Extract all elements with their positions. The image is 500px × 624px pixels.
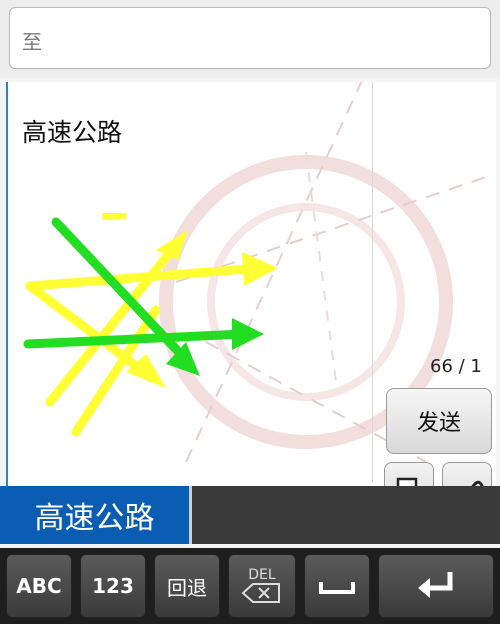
candidate-word[interactable]: 高速公路 — [0, 486, 192, 544]
abc-key[interactable]: ABC — [6, 554, 72, 618]
back-key[interactable]: 回退 — [154, 554, 220, 618]
delete-key-label: DEL — [248, 567, 276, 583]
message-text: 高速公路 — [22, 118, 123, 147]
recipient-placeholder: 至 — [22, 30, 42, 54]
character-counter: 66 / 1 — [430, 356, 482, 377]
send-button[interactable]: 发送 — [386, 388, 492, 454]
delete-key[interactable]: DEL — [228, 554, 296, 618]
recipient-field[interactable]: 至 — [9, 7, 491, 69]
compose-divider — [372, 82, 373, 482]
backspace-icon — [241, 583, 280, 603]
numeric-key[interactable]: 123 — [80, 554, 146, 618]
recipient-bar: 至 — [0, 0, 500, 78]
space-icon — [319, 582, 355, 594]
enter-icon — [418, 572, 453, 598]
screen: 至 高速公路 66 / 1 发送 高速公路 ABC 123 回退 DEL — [0, 0, 500, 624]
enter-key[interactable] — [378, 554, 494, 618]
space-key[interactable] — [304, 554, 370, 618]
